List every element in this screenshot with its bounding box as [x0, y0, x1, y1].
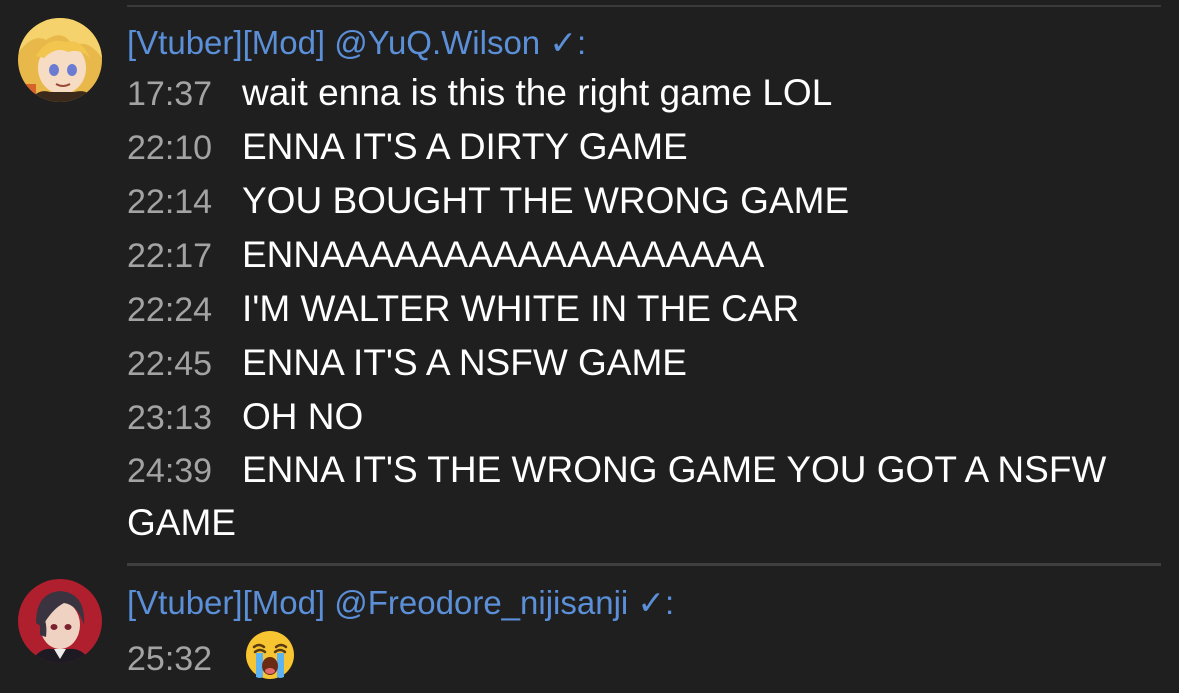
loudly-crying-face-emoji [244, 629, 296, 693]
author-name[interactable]: [Vtuber][Mod] @Freodore_nijisanji ✓: [127, 583, 674, 623]
message-text: ENNA IT'S A NSFW GAME [242, 342, 687, 383]
message-text: I'M WALTER WHITE IN THE CAR [242, 288, 800, 329]
timestamp[interactable]: 17:37 [127, 69, 242, 119]
chat-line: 22:14 YOU BOUGHT THE WRONG GAME [127, 176, 849, 226]
message-text: ENNA IT'S A DIRTY GAME [242, 126, 688, 167]
divider [127, 5, 1161, 7]
timestamp[interactable]: 25:32 [127, 634, 242, 684]
timestamp[interactable]: 23:13 [127, 393, 242, 443]
divider [127, 563, 1161, 566]
timestamp[interactable]: 22:24 [127, 285, 242, 335]
chat-line: 22:45 ENNA IT'S A NSFW GAME [127, 338, 687, 388]
timestamp[interactable]: 22:10 [127, 123, 242, 173]
message-text: ENNAAAAAAAAAAAAAAAAAA [242, 234, 765, 275]
blonde-character-avatar[interactable] [18, 18, 102, 102]
timestamp[interactable]: 22:17 [127, 231, 242, 281]
message-text: YOU BOUGHT THE WRONG GAME [242, 180, 850, 221]
chat-line: 25:32 [127, 629, 296, 679]
message-text: OH NO [242, 396, 364, 437]
dark-haired-character-avatar[interactable] [18, 579, 102, 663]
timestamp[interactable]: 22:45 [127, 339, 242, 389]
chat-line: 17:37 wait enna is this the right game LO… [127, 68, 832, 118]
chat-line: 22:10 ENNA IT'S A DIRTY GAME [127, 122, 688, 172]
chat-line: 22:17 ENNAAAAAAAAAAAAAAAAAA [127, 230, 764, 280]
timestamp[interactable]: 22:14 [127, 177, 242, 227]
chat-line: 22:24 I'M WALTER WHITE IN THE CAR [127, 284, 799, 334]
message-text: wait enna is this the right game LOL [242, 72, 833, 113]
author-name[interactable]: [Vtuber][Mod] @YuQ.Wilson ✓: [127, 23, 586, 63]
chat-replay: [Vtuber][Mod] @YuQ.Wilson ✓: 17:37 wait e… [0, 0, 1179, 693]
message-text: ENNA IT'S THE WRONG GAME YOU GOT A NSFW … [127, 449, 1107, 543]
chat-line: 23:13 OH NO [127, 392, 363, 442]
